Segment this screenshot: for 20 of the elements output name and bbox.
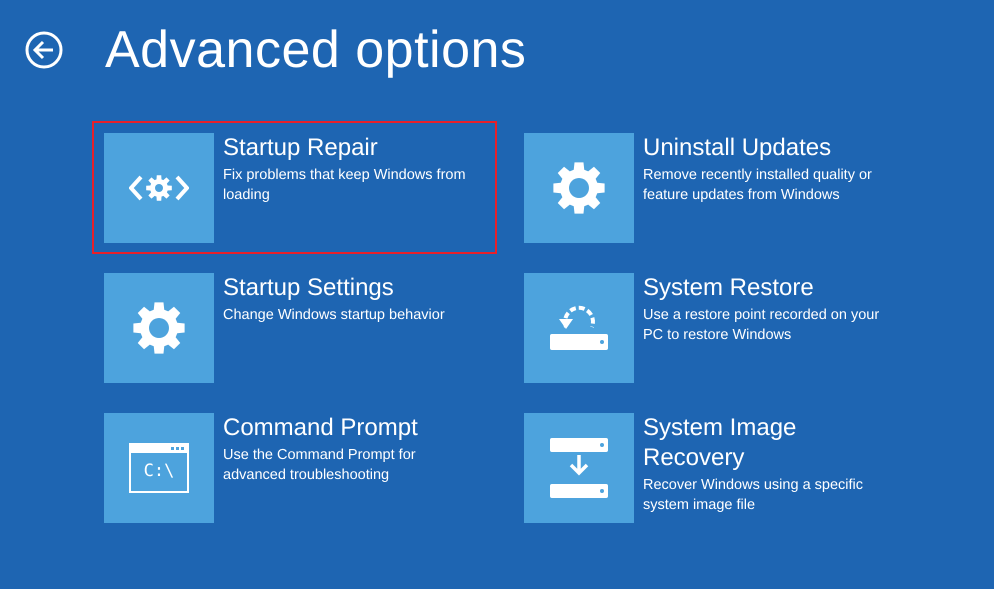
option-title: Command Prompt (223, 413, 419, 443)
option-tile[interactable]: System Image Recovery Recover Windows using a specific system image file (512, 401, 917, 534)
option-description: Change Windows startup behavior (223, 306, 446, 325)
page-title: Advanced options (105, 20, 526, 80)
option-tile[interactable]: Startup Repair Fix problems that keep Windows from loading (92, 121, 497, 254)
option-tile[interactable]: Startup Settings Change Windows startup behavior (92, 261, 497, 394)
option-tile[interactable]: System Restore Use a restore point recorded on your PC to restore Windows (512, 261, 917, 394)
option-tile[interactable]: Uninstall Updates Remove recently installed quality or feature updates from Windows (512, 121, 917, 254)
option-tile[interactable]: C:\ Command Prompt Use the Command Prompt for advanced troubleshooting (92, 401, 497, 534)
option-title: System Restore (643, 273, 815, 303)
option-title: System Image Recovery (643, 413, 798, 473)
option-title: Startup Settings (223, 273, 395, 303)
option-description: Fix problems that keep Windows from loading (223, 166, 467, 205)
option-description: Remove recently installed quality or feature updates from Windows (643, 166, 873, 205)
option-title: Startup Repair (223, 133, 379, 163)
option-description: Recover Windows using a specific system image file (643, 476, 864, 515)
option-title: Uninstall Updates (643, 133, 832, 163)
command-window-icon: C:\ (129, 443, 189, 493)
option-description: Use a restore point recorded on your PC to restore Windows (643, 306, 880, 345)
option-description: Use the Command Prompt for advanced troubleshooting (223, 446, 417, 485)
